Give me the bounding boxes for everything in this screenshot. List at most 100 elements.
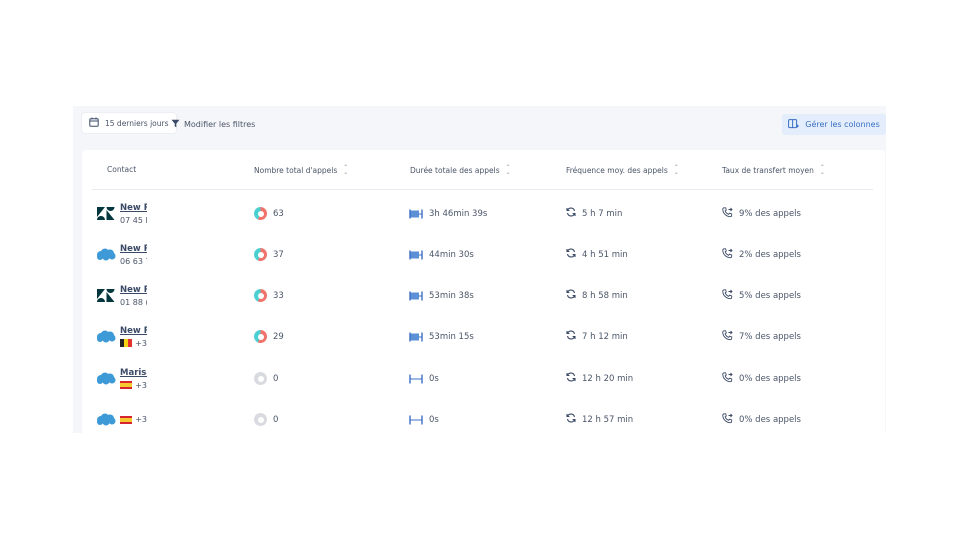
total-duration-value: 44min 30s xyxy=(429,249,474,260)
contact-number: 07 45 I xyxy=(120,215,147,225)
transfer-rate-value: 9% des appels xyxy=(739,208,801,219)
refresh-icon xyxy=(566,289,576,302)
total-calls-value: 29 xyxy=(273,331,284,342)
total-duration-cell: 0s xyxy=(409,399,439,433)
spain-flag-icon xyxy=(120,415,133,424)
refresh-icon xyxy=(566,207,576,220)
zendesk-logo-icon xyxy=(96,289,116,303)
table-row[interactable]: +3 0 0s 12 h 57 min 0% des appels xyxy=(82,399,885,429)
date-range-button[interactable]: 15 derniers jours xyxy=(82,113,176,133)
avg-frequency-cell: 12 h 57 min xyxy=(566,399,633,433)
edit-filters-button[interactable]: Modifier les filtres xyxy=(171,119,255,130)
avg-frequency-cell: 4 h 51 min xyxy=(566,234,628,275)
column-header-contact[interactable]: Contact xyxy=(107,165,136,174)
contact-number: +3 xyxy=(135,415,147,424)
total-duration-value: 3h 46min 39s xyxy=(429,208,488,219)
contact-name-link[interactable]: New R xyxy=(120,285,147,295)
transfer-rate-value: 2% des appels xyxy=(739,249,801,260)
column-header-label: Nombre total d'appels xyxy=(254,165,338,175)
column-header-label: Taux de transfert moyen xyxy=(722,165,814,175)
calls-donut-icon xyxy=(254,413,267,426)
phone-transfer-icon xyxy=(722,247,733,262)
contact-cell: New R 01 88 ( xyxy=(96,275,147,316)
contact-info: Marisa +3 xyxy=(120,368,147,390)
table-row[interactable]: New R +3 29 53min 15s 7 h 12 min 7% des … xyxy=(82,316,885,357)
contact-number-line: +3 xyxy=(120,339,147,348)
calls-donut-icon xyxy=(254,330,267,343)
table-row[interactable]: New R 06 63 7 37 44min 30s 4 h 51 min 2%… xyxy=(82,234,885,275)
total-calls-cell: 37 xyxy=(254,234,284,275)
contact-info: +3 xyxy=(120,415,147,424)
avg-frequency-value: 12 h 20 min xyxy=(582,373,634,384)
contact-info: New R 07 45 I xyxy=(120,203,147,225)
contact-number: +3 xyxy=(135,338,147,348)
transfer-rate-cell: 9% des appels xyxy=(722,193,801,234)
contact-number: +3 xyxy=(135,380,147,390)
contacts-table: Contact Nombre total d'appels ⌃ ⌄ Durée t… xyxy=(82,150,885,433)
calls-donut-icon xyxy=(254,289,267,302)
total-duration-cell: 0s xyxy=(409,358,439,399)
duration-bar-icon xyxy=(409,374,423,384)
avg-frequency-cell: 7 h 12 min xyxy=(566,316,628,357)
table-row[interactable]: Marisa +3 0 0s 12 h 20 min 0% des appels xyxy=(82,358,885,399)
manage-columns-button[interactable]: Gérer les colonnes xyxy=(782,114,886,135)
salesforce-logo-icon xyxy=(96,413,116,427)
toolbar: 15 derniers jours Modifier les filtres G… xyxy=(73,106,886,146)
contact-number-line: 07 45 I xyxy=(120,216,147,225)
contact-name-link[interactable]: New R xyxy=(120,244,147,254)
column-header-transfer-rate[interactable]: Taux de transfert moyen ⌃ ⌄ xyxy=(722,165,825,176)
duration-bar-icon xyxy=(409,250,423,260)
total-calls-value: 0 xyxy=(273,414,279,425)
contact-number: 06 63 7 xyxy=(120,256,147,266)
total-calls-value: 63 xyxy=(273,208,284,219)
contact-name-link[interactable]: New R xyxy=(120,203,147,213)
transfer-rate-cell: 5% des appels xyxy=(722,275,801,316)
column-header-total-duration[interactable]: Durée totale des appels ⌃ ⌄ xyxy=(410,165,511,176)
sort-icon[interactable]: ⌃ ⌄ xyxy=(506,165,511,176)
sort-icon[interactable]: ⌃ ⌄ xyxy=(674,165,679,176)
contact-cell: New R 06 63 7 xyxy=(96,234,147,275)
column-header-total-calls[interactable]: Nombre total d'appels ⌃ ⌄ xyxy=(254,165,348,176)
avg-frequency-value: 4 h 51 min xyxy=(582,249,628,260)
transfer-rate-value: 5% des appels xyxy=(739,290,801,301)
total-duration-value: 53min 38s xyxy=(429,290,474,301)
columns-icon xyxy=(788,118,800,131)
contact-cell: New R 07 45 I xyxy=(96,193,147,234)
edit-filters-label: Modifier les filtres xyxy=(184,120,256,129)
phone-transfer-icon xyxy=(722,288,733,303)
duration-bar-icon xyxy=(409,415,423,425)
manage-columns-label: Gérer les colonnes xyxy=(805,120,880,129)
contact-name-link[interactable]: Marisa xyxy=(120,368,147,378)
sort-icon[interactable]: ⌃ ⌄ xyxy=(343,165,348,176)
avg-frequency-value: 12 h 57 min xyxy=(582,414,634,425)
refresh-icon xyxy=(566,413,576,426)
total-duration-value: 0s xyxy=(429,414,439,425)
total-calls-value: 0 xyxy=(273,373,279,384)
column-header-label: Durée totale des appels xyxy=(410,165,500,175)
contact-number: 01 88 ( xyxy=(120,297,147,307)
contact-name-link[interactable]: New R xyxy=(120,326,147,336)
table-row[interactable]: New R 07 45 I 63 3h 46min 39s 5 h 7 min … xyxy=(82,193,885,234)
total-duration-cell: 3h 46min 39s xyxy=(409,193,487,234)
calls-donut-icon xyxy=(254,248,267,261)
total-calls-cell: 0 xyxy=(254,399,278,433)
transfer-rate-cell: 7% des appels xyxy=(722,316,801,357)
transfer-rate-value: 0% des appels xyxy=(739,373,801,384)
transfer-rate-value: 7% des appels xyxy=(739,331,801,342)
avg-frequency-value: 7 h 12 min xyxy=(582,331,628,342)
total-calls-cell: 0 xyxy=(254,358,278,399)
contact-cell: Marisa +3 xyxy=(96,358,147,399)
contact-number-line: +3 xyxy=(120,381,147,390)
table-row[interactable]: New R 01 88 ( 33 53min 38s 8 h 58 min 5%… xyxy=(82,275,885,316)
avg-frequency-value: 5 h 7 min xyxy=(582,208,623,219)
total-duration-value: 53min 15s xyxy=(429,331,474,342)
zendesk-logo-icon xyxy=(96,207,116,221)
contact-number-line: +3 xyxy=(120,415,147,424)
column-header-avg-frequency[interactable]: Fréquence moy. des appels ⌃ ⌄ xyxy=(566,165,679,176)
column-header-label: Fréquence moy. des appels xyxy=(566,165,668,175)
total-calls-value: 33 xyxy=(273,290,284,301)
phone-transfer-icon xyxy=(722,412,733,427)
sort-icon[interactable]: ⌃ ⌄ xyxy=(820,165,825,176)
date-range-label: 15 derniers jours xyxy=(105,118,169,128)
total-duration-cell: 44min 30s xyxy=(409,234,474,275)
